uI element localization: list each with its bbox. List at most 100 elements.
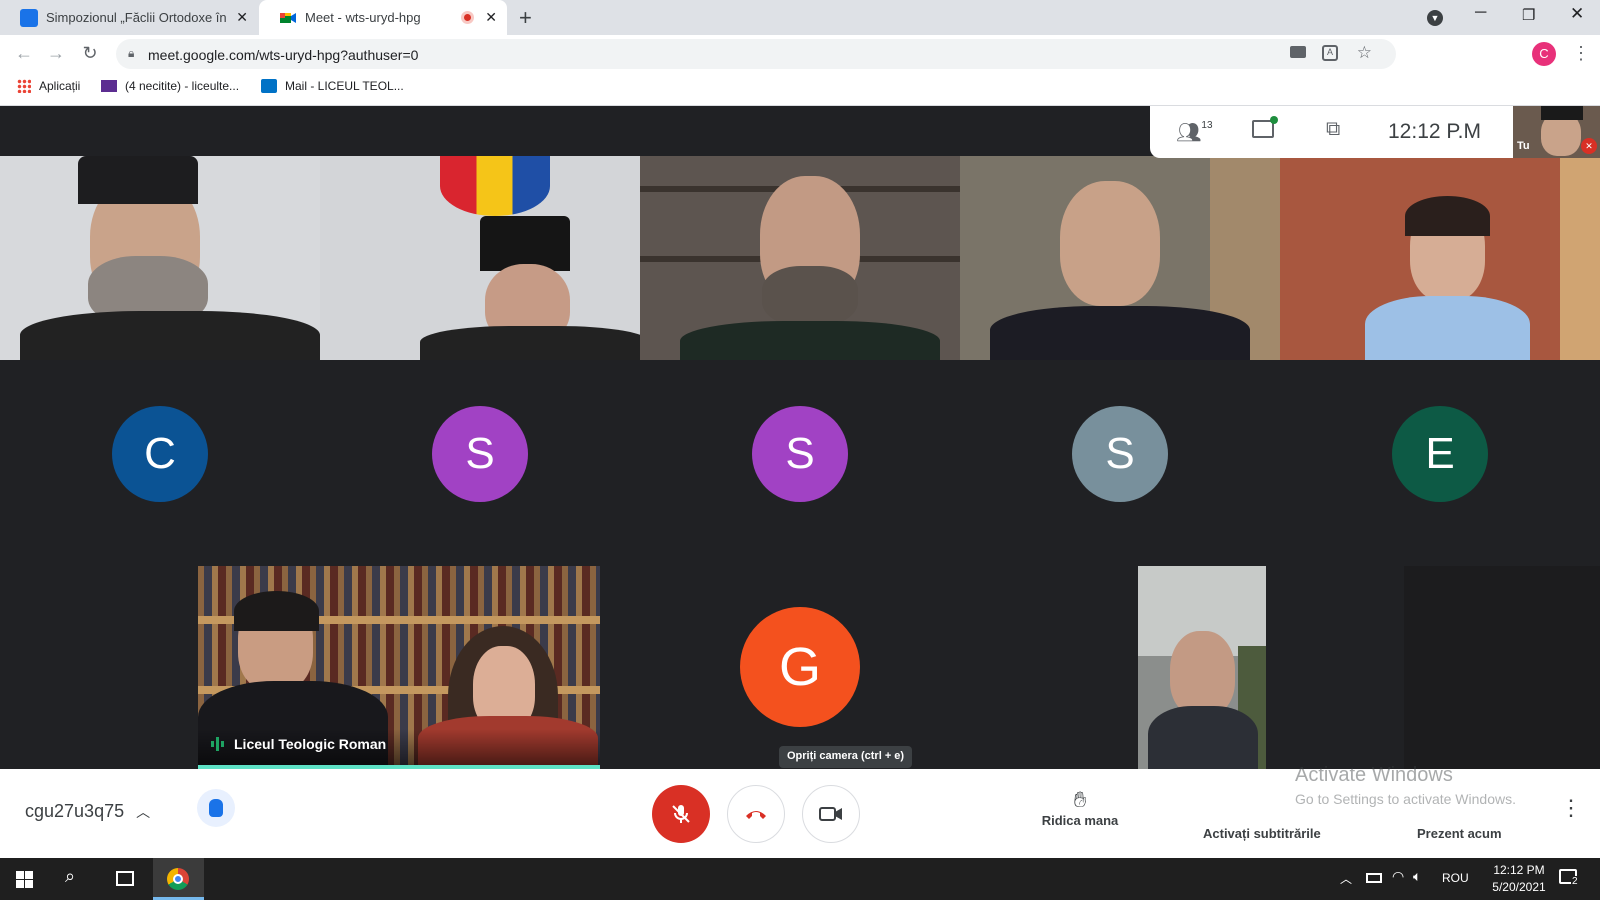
camera-permission-icon[interactable] xyxy=(1290,46,1306,58)
video-tile[interactable] xyxy=(320,156,640,360)
participant-avatar[interactable]: S xyxy=(752,406,848,502)
meeting-code: cgu27u3q75 xyxy=(25,801,125,821)
bookmarks-bar: Aplicații (4 necitite) - liceulte... Mai… xyxy=(0,73,1600,106)
video-tile[interactable] xyxy=(1138,566,1266,769)
windows-watermark-subtitle: Go to Settings to activate Windows. xyxy=(1295,791,1516,807)
participant-avatar[interactable]: E xyxy=(1392,406,1488,502)
windows-start-icon[interactable] xyxy=(16,871,33,888)
video-tile[interactable] xyxy=(1280,156,1600,360)
participants-button[interactable]: 👥︎ 13 xyxy=(1176,120,1213,145)
reload-icon[interactable]: ↻ xyxy=(78,43,102,65)
lock-icon: 🔒︎ xyxy=(128,46,135,60)
people-icon: 👥︎ xyxy=(1176,122,1202,144)
meeting-details-button[interactable]: cgu27u3q75 ︿ xyxy=(25,801,150,822)
search-icon[interactable]: ⌕ xyxy=(65,866,75,887)
url-field[interactable]: 🔒︎ meet.google.com/wts-uryd-hpg?authuser… xyxy=(116,39,1396,69)
chevron-up-icon: ︿ xyxy=(136,803,151,820)
window-close-icon[interactable]: ✕ xyxy=(1570,4,1584,24)
chat-icon[interactable] xyxy=(1252,116,1278,138)
self-muted-icon: ✕ xyxy=(1581,138,1597,154)
participant-avatar[interactable]: S xyxy=(432,406,528,502)
video-tile-active-speaker[interactable]: Liceul Teologic Roman xyxy=(198,566,600,769)
video-tile[interactable] xyxy=(960,156,1280,360)
browser-tab-bar: Simpozionul „Făclii Ortodoxe în P ✕ Meet… xyxy=(0,0,1600,35)
input-language[interactable]: ROU xyxy=(1442,871,1469,885)
tray-chevron-icon[interactable]: ︿ xyxy=(1340,870,1352,887)
bookmark-mail[interactable]: (4 necitite) - liceulte... xyxy=(101,79,239,93)
translate-icon[interactable]: A xyxy=(1322,45,1338,61)
forward-icon[interactable]: → xyxy=(44,43,68,65)
chrome-taskbar-button[interactable] xyxy=(153,858,204,900)
mic-muted-button[interactable] xyxy=(652,785,710,843)
avatar-letter: E xyxy=(1425,429,1455,478)
avatar-letter: S xyxy=(785,429,815,478)
video-tile[interactable] xyxy=(0,156,320,360)
close-tab-icon[interactable]: ✕ xyxy=(236,9,248,26)
minimize-icon[interactable]: ─ xyxy=(1475,4,1486,22)
meeting-info-panel: 👥︎ 13 ⧉ 12:12 P.M xyxy=(1150,106,1513,158)
activities-icon[interactable]: ⧉ xyxy=(1326,118,1340,141)
recording-icon xyxy=(461,11,474,24)
tab-title: Simpozionul „Făclii Ortodoxe în P xyxy=(46,10,226,25)
chrome-icon xyxy=(167,868,189,890)
leave-call-button[interactable] xyxy=(727,785,785,843)
restore-icon[interactable]: ❐ xyxy=(1522,6,1535,24)
meet-controls-bar: cgu27u3q75 ︿ ✋︎ Ridica mana Activate Win… xyxy=(0,764,1600,858)
windows-taskbar: ⌕ ︿ ◠ 🔈︎ ROU 12:12 PM 5/20/2021 2 xyxy=(0,858,1600,900)
windows-watermark-title: Activate Windows xyxy=(1295,764,1453,786)
raise-hand-button[interactable]: ✋︎ Ridica mana xyxy=(1040,787,1120,828)
apps-grid-icon xyxy=(17,79,31,93)
profile-avatar[interactable]: C xyxy=(1532,42,1556,66)
avatar-letter: C xyxy=(144,429,176,478)
hand-icon: ✋︎ xyxy=(1073,787,1087,812)
url-text: meet.google.com/wts-uryd-hpg?authuser=0 xyxy=(148,47,419,63)
wifi-icon[interactable]: ◠ xyxy=(1392,868,1404,885)
bookmark-star-icon[interactable]: ☆ xyxy=(1357,43,1372,63)
tab-simpozion[interactable]: Simpozionul „Făclii Ortodoxe în P ✕ xyxy=(0,0,258,35)
meet-stage: C S S S E Liceul Teologic Roman G Opriți… xyxy=(0,106,1600,769)
avatar-letter: S xyxy=(465,429,495,478)
empty-tile xyxy=(1404,566,1600,769)
taskbar-clock[interactable]: 12:12 PM 5/20/2021 xyxy=(1484,863,1554,894)
bookmark-label: Aplicații xyxy=(39,79,81,93)
battery-icon[interactable] xyxy=(1366,873,1382,883)
tab-meet[interactable]: Meet - wts-uryd-hpg ✕ xyxy=(259,0,507,35)
meet-favicon-icon xyxy=(279,9,297,27)
hang-up-icon xyxy=(746,811,766,819)
mic-off-icon xyxy=(672,805,690,823)
new-tab-icon[interactable]: + xyxy=(519,5,532,31)
more-options-icon[interactable]: ⋮ xyxy=(1560,795,1582,821)
self-label: Tu xyxy=(1517,140,1530,152)
volume-icon[interactable]: 🔈︎ xyxy=(1413,868,1421,885)
bookmark-label: (4 necitite) - liceulte... xyxy=(125,79,240,93)
speaker-name: Liceul Teologic Roman xyxy=(234,736,387,752)
camera-button[interactable] xyxy=(802,785,860,843)
self-view-tile[interactable]: Tu ✕ xyxy=(1513,106,1600,158)
participants-count: 13 xyxy=(1201,120,1213,131)
audio-level-icon xyxy=(211,737,224,751)
participant-avatar[interactable]: G xyxy=(740,607,860,727)
clock-date: 5/20/2021 xyxy=(1492,880,1546,894)
active-speaker-bar xyxy=(198,765,600,769)
back-icon[interactable]: ← xyxy=(12,43,36,65)
camera-tooltip: Opriți camera (ctrl + e) xyxy=(779,746,913,768)
avatar-letter: S xyxy=(1105,429,1135,478)
tab-search-icon[interactable]: ▼ xyxy=(1427,10,1443,26)
browser-menu-icon[interactable]: ⋮ xyxy=(1572,43,1590,64)
participant-avatar[interactable]: C xyxy=(112,406,208,502)
task-view-icon[interactable] xyxy=(116,871,134,886)
video-tile[interactable] xyxy=(640,156,960,360)
bookmark-apps[interactable]: Aplicații xyxy=(17,79,80,93)
speaker-name-row: Liceul Teologic Roman xyxy=(211,736,386,752)
notifications-icon[interactable]: 2 xyxy=(1559,869,1579,887)
camera-icon xyxy=(819,807,842,821)
captions-button[interactable]: Activați subtitrările xyxy=(1203,826,1321,841)
host-controls-icon[interactable] xyxy=(197,789,235,827)
close-tab-icon[interactable]: ✕ xyxy=(485,9,497,26)
bookmark-outlook[interactable]: Mail - LICEUL TEOL... xyxy=(261,79,404,93)
outlook-icon xyxy=(261,79,277,93)
participant-avatar[interactable]: S xyxy=(1072,406,1168,502)
present-now-button[interactable]: Prezent acum xyxy=(1417,826,1502,841)
notification-count: 2 xyxy=(1571,876,1579,887)
bookmark-label: Mail - LICEUL TEOL... xyxy=(285,79,404,93)
